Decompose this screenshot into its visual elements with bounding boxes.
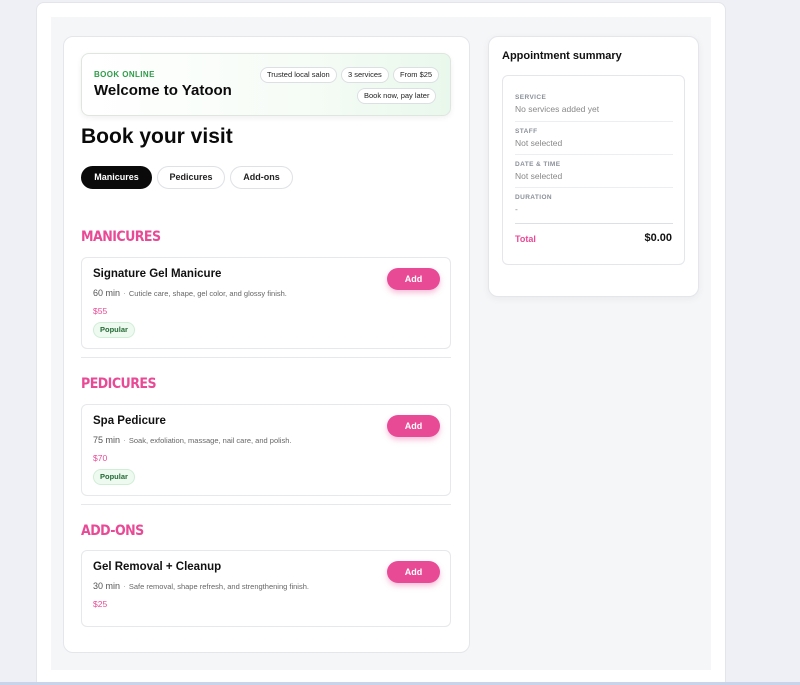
page-title: Book your visit <box>81 125 233 148</box>
summary-total-label: Total <box>515 234 536 244</box>
tab-pedicures[interactable]: Pedicures <box>157 166 225 189</box>
summary-label-date-time: DATE & TIME <box>515 161 561 168</box>
banner-eyebrow: BOOK ONLINE <box>94 70 155 79</box>
service-name: Spa Pedicure <box>93 415 166 427</box>
pill-pay-later: Book now, pay later <box>357 88 437 104</box>
service-card-manicure: Signature Gel Manicure 60 min · Cuticle ca… <box>81 257 451 349</box>
section-heading-add-ons: ADD-ONS <box>81 523 144 539</box>
pill-services-count: 3 services <box>341 67 389 83</box>
meta-separator: · <box>123 288 126 298</box>
section-divider <box>81 357 451 358</box>
service-meta: 60 min · Cuticle care, shape, gel color, a… <box>93 288 287 298</box>
summary-divider <box>515 154 673 155</box>
service-price: $70 <box>93 453 108 463</box>
service-card-pedicure: Spa Pedicure 75 min · Soak, exfoliation, m… <box>81 404 451 496</box>
popular-badge: Popular <box>93 469 135 485</box>
add-button[interactable]: Add <box>387 415 440 437</box>
tab-add-ons[interactable]: Add-ons <box>230 166 293 189</box>
meta-separator: · <box>123 581 126 591</box>
summary-details: SERVICE No services added yet STAFF Not … <box>502 75 685 265</box>
service-meta: 75 min · Soak, exfoliation, massage, nail … <box>93 435 291 445</box>
popular-badge: Popular <box>93 322 135 338</box>
service-description: Cuticle care, shape, gel color, and glos… <box>128 289 287 298</box>
service-price: $55 <box>93 306 108 316</box>
banner-title: Welcome to Yatoon <box>94 82 232 99</box>
service-card-gel-removal: Gel Removal + Cleanup 30 min · Safe remova… <box>81 550 451 627</box>
add-button[interactable]: Add <box>387 268 440 290</box>
add-button[interactable]: Add <box>387 561 440 583</box>
summary-label-duration: DURATION <box>515 194 553 201</box>
section-heading-manicures: MANICURES <box>81 229 161 245</box>
service-name: Gel Removal + Cleanup <box>93 561 222 573</box>
service-name: Signature Gel Manicure <box>93 268 222 280</box>
welcome-banner: BOOK ONLINE Welcome to Yatoon Trusted lo… <box>81 53 451 116</box>
summary-divider <box>515 121 673 122</box>
pill-trusted: Trusted local salon <box>260 67 337 83</box>
meta-separator: · <box>123 435 126 445</box>
summary-total-divider <box>515 223 673 224</box>
summary-label-staff: STAFF <box>515 128 538 135</box>
service-duration: 60 min <box>93 288 121 298</box>
service-description: Safe removal, shape refresh, and strengt… <box>128 582 309 591</box>
summary-total-value: $0.00 <box>644 232 672 244</box>
service-price: $25 <box>93 599 108 609</box>
summary-divider <box>515 187 673 188</box>
summary-value-staff: Not selected <box>515 138 563 148</box>
summary-value-date-time: Not selected <box>515 171 563 181</box>
tab-manicures[interactable]: Manicures <box>81 166 152 189</box>
summary-label-service: SERVICE <box>515 94 547 101</box>
summary-title: Appointment summary <box>502 50 622 62</box>
pill-price-from: From $25 <box>393 67 440 83</box>
summary-value-service: No services added yet <box>515 104 600 114</box>
section-divider <box>81 504 451 505</box>
service-duration: 30 min <box>93 581 121 591</box>
summary-value-duration: - <box>515 204 518 214</box>
service-description: Soak, exfoliation, massage, nail care, a… <box>128 436 292 445</box>
section-heading-pedicures: PEDICURES <box>81 376 157 392</box>
service-duration: 75 min <box>93 435 121 445</box>
service-meta: 30 min · Safe removal, shape refresh, and … <box>93 581 309 591</box>
